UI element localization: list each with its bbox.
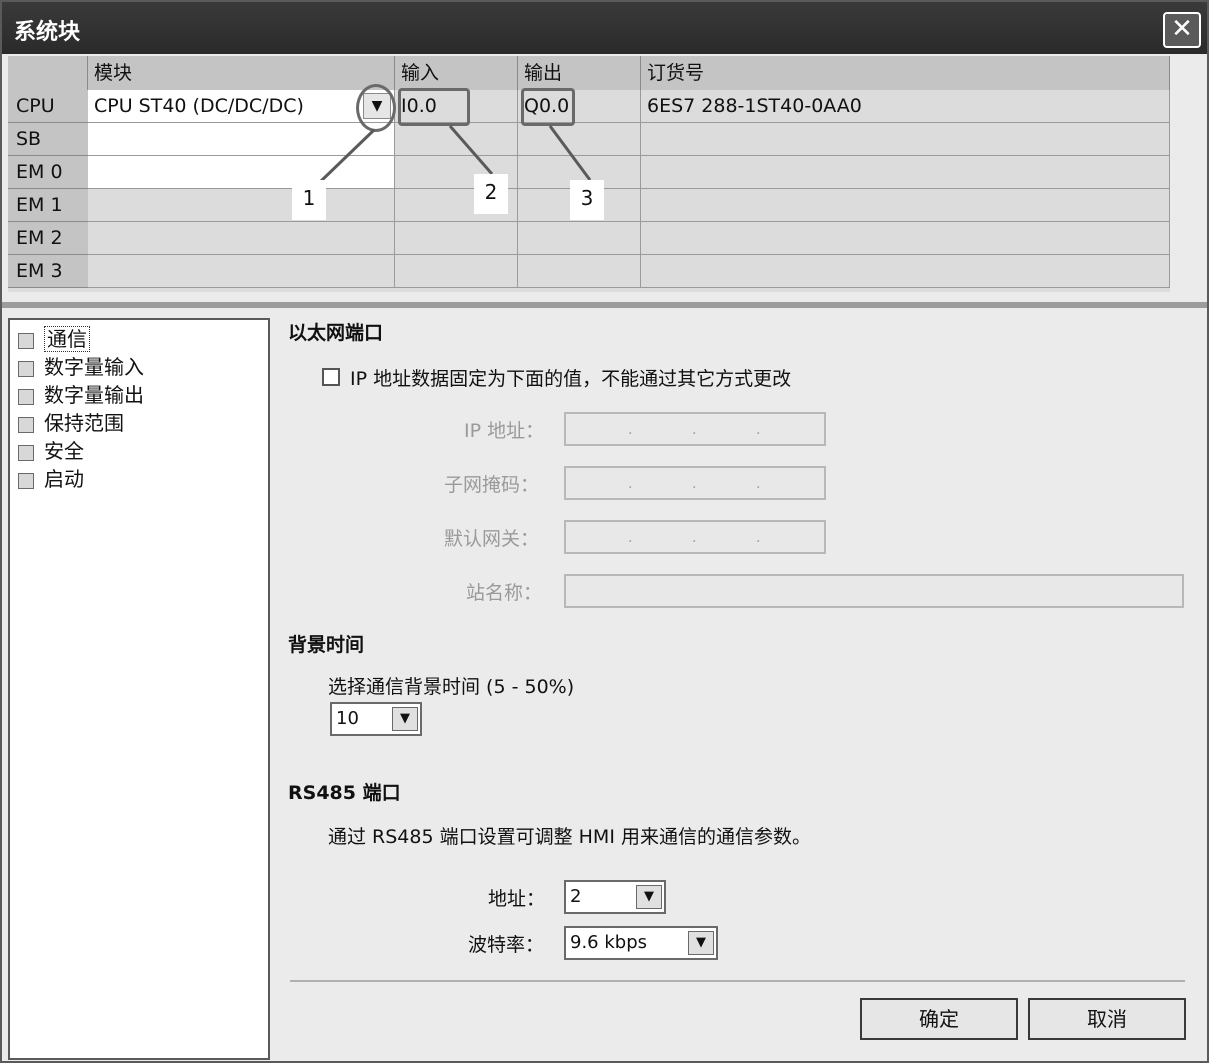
tree-node-icon — [18, 360, 34, 377]
station-name-label: 站名称： — [466, 582, 543, 604]
input-address-cell — [395, 255, 518, 288]
category-tree: 通信 数字量输入 数字量输出 保持范围 安全 启动 — [8, 318, 270, 1060]
ethernet-section-title: 以太网端口 — [288, 322, 384, 344]
background-time-title: 背景时间 — [288, 634, 365, 656]
cancel-button[interactable]: 取消 — [1028, 998, 1186, 1040]
background-time-value: 10 — [336, 708, 359, 729]
subnet-mask-field[interactable]: . . . — [564, 466, 826, 500]
station-name-field[interactable] — [564, 574, 1184, 608]
module-grid: 模块 输入 输出 订货号 CPU SB EM 0 EM 1 EM 2 EM 3 … — [8, 56, 1170, 292]
title-bar: 系统块 ✕ — [2, 2, 1207, 54]
default-gateway-field[interactable]: . . . — [564, 520, 826, 554]
slot-label: EM 0 — [8, 156, 88, 189]
address-select[interactable]: 2 ▼ — [564, 880, 666, 914]
system-block-window: 系统块 ✕ 模块 输入 输出 订货号 CPU SB EM 0 EM 1 EM 2… — [0, 0, 1209, 1063]
fixed-ip-label: IP 地址数据固定为下面的值，不能通过其它方式更改 — [350, 368, 792, 390]
order-no-cell — [641, 123, 1170, 156]
rs485-section-title: RS485 端口 — [288, 782, 401, 804]
input-address-cell — [395, 123, 518, 156]
baud-rate-value: 9.6 kbps — [570, 932, 648, 953]
divider — [290, 980, 1185, 982]
output-address-cell — [518, 255, 641, 288]
tree-item-digital-input[interactable]: 数字量输入 — [18, 354, 144, 380]
header-output: 输出 — [518, 56, 641, 90]
background-time-select[interactable]: 10 ▼ — [330, 702, 422, 736]
slot-label: SB — [8, 123, 88, 156]
tree-item-retentive-range[interactable]: 保持范围 — [18, 410, 124, 436]
annotation-number: 2 — [474, 174, 508, 214]
ip-address-field[interactable]: . . . — [564, 412, 826, 446]
tree-item-startup[interactable]: 启动 — [18, 466, 84, 492]
settings-panel: 以太网端口 IP 地址数据固定为下面的值，不能通过其它方式更改 IP 地址： .… — [272, 308, 1207, 1061]
module-select[interactable]: CPU ST40 (DC/DC/DC) — [88, 90, 395, 123]
order-no-cell — [641, 255, 1170, 288]
default-gateway-label: 默认网关： — [444, 528, 540, 550]
header-input: 输入 — [395, 56, 518, 90]
tree-node-icon — [18, 388, 34, 405]
address-label: 地址： — [488, 888, 546, 910]
corner-header — [8, 56, 88, 90]
annotation-box-input — [398, 88, 470, 126]
annotation-box-output — [521, 88, 575, 126]
rs485-desc: 通过 RS485 端口设置可调整 HMI 用来通信的通信参数。 — [328, 826, 811, 848]
annotation-circle — [356, 84, 396, 132]
module-cell[interactable] — [88, 255, 395, 288]
tree-node-icon — [18, 332, 34, 349]
baud-rate-select[interactable]: 9.6 kbps ▼ — [564, 926, 718, 960]
module-cell[interactable] — [88, 156, 395, 189]
subnet-mask-label: 子网掩码： — [444, 474, 540, 496]
chevron-down-icon[interactable]: ▼ — [688, 931, 714, 955]
tree-item-security[interactable]: 安全 — [18, 438, 84, 464]
order-no-cell — [641, 189, 1170, 222]
order-no-cell — [641, 156, 1170, 189]
header-order-no: 订货号 — [641, 56, 1170, 90]
tree-item-digital-output[interactable]: 数字量输出 — [18, 382, 144, 408]
ip-address-label: IP 地址： — [464, 420, 545, 442]
fixed-ip-checkbox[interactable] — [322, 368, 340, 386]
slot-label: EM 1 — [8, 189, 88, 222]
header-module: 模块 — [88, 56, 395, 90]
order-no-cell: 6ES7 288-1ST40-0AA0 — [641, 90, 1170, 123]
window-title: 系统块 — [14, 20, 81, 45]
tree-node-icon — [18, 472, 34, 489]
baud-rate-label: 波特率： — [468, 934, 545, 956]
output-address-cell — [518, 123, 641, 156]
module-cell[interactable] — [88, 189, 395, 222]
order-no-cell — [641, 222, 1170, 255]
slot-label: CPU — [8, 90, 88, 123]
background-time-desc: 选择通信背景时间 (5 - 50%) — [328, 676, 575, 698]
address-value: 2 — [570, 886, 582, 907]
annotation-number: 3 — [570, 180, 604, 220]
annotation-number: 1 — [292, 180, 326, 220]
tree-node-icon — [18, 416, 34, 433]
chevron-down-icon[interactable]: ▼ — [636, 885, 662, 909]
module-value: CPU ST40 (DC/DC/DC) — [94, 95, 304, 117]
input-address-cell — [395, 222, 518, 255]
close-icon[interactable]: ✕ — [1163, 12, 1201, 48]
output-address-cell — [518, 222, 641, 255]
slot-label: EM 2 — [8, 222, 88, 255]
module-cell[interactable] — [88, 222, 395, 255]
slot-label: EM 3 — [8, 255, 88, 288]
tree-item-communication[interactable]: 通信 — [18, 326, 90, 352]
chevron-down-icon[interactable]: ▼ — [392, 707, 418, 731]
module-cell[interactable] — [88, 123, 395, 156]
tree-node-icon — [18, 444, 34, 461]
ok-button[interactable]: 确定 — [860, 998, 1018, 1040]
